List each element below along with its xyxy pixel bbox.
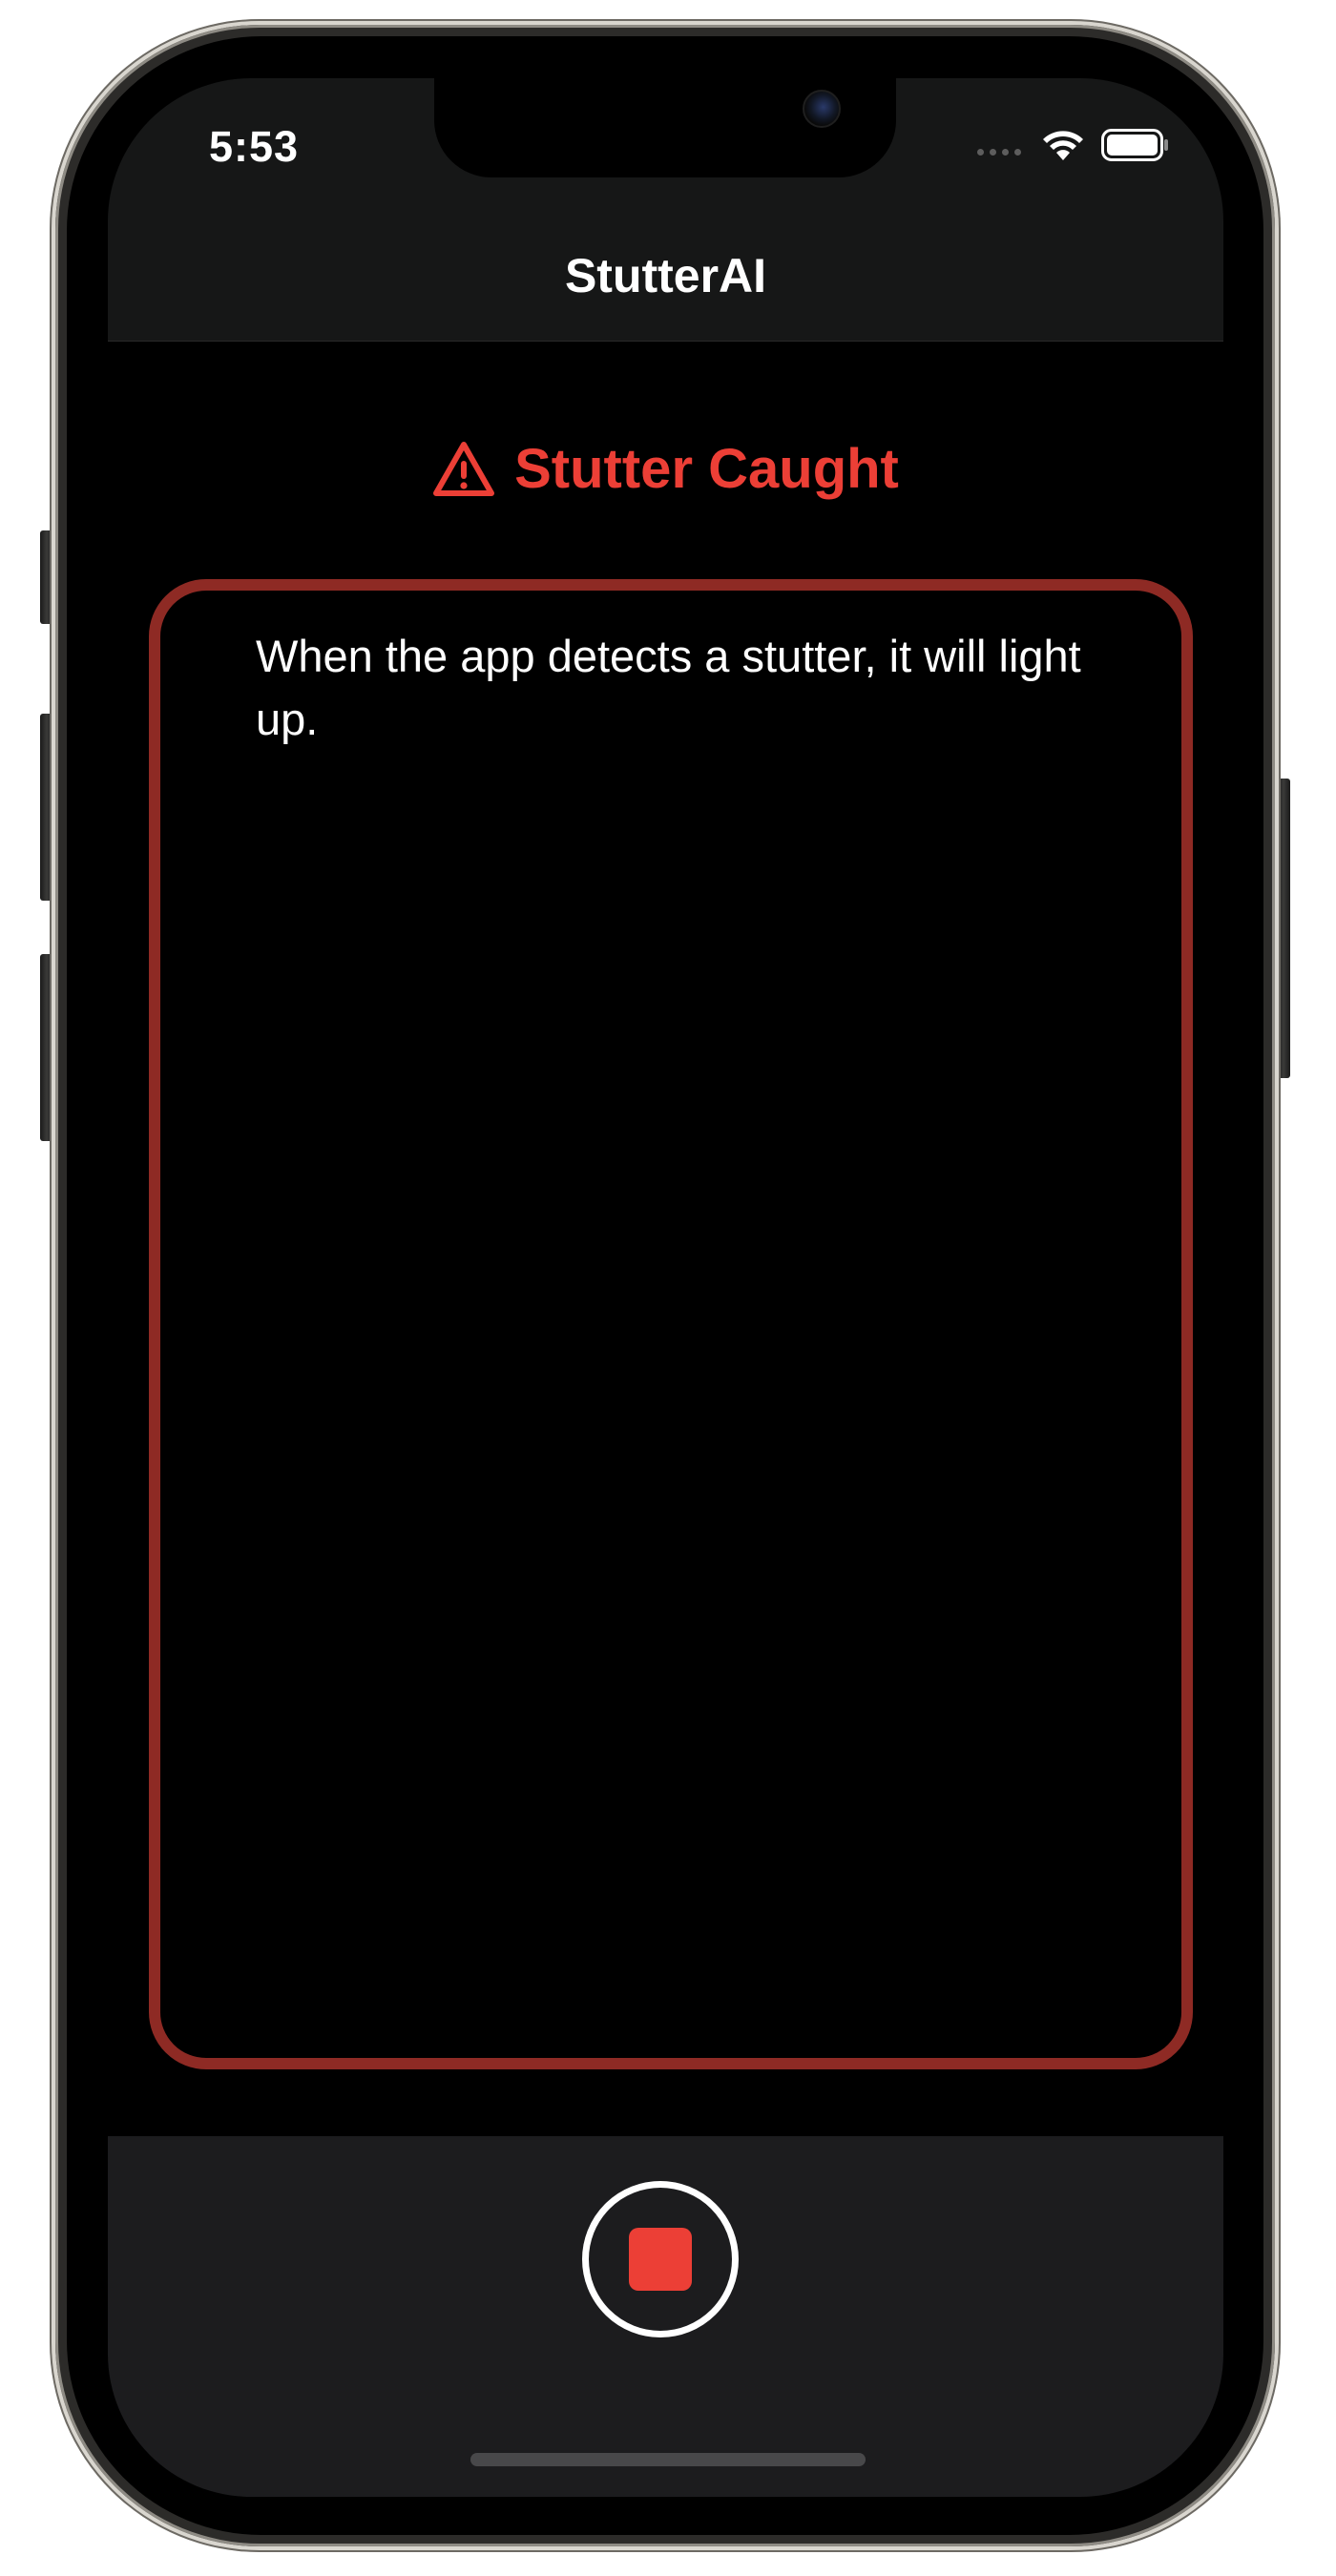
wifi-icon [1043, 131, 1083, 160]
record-stop-button[interactable] [582, 2181, 739, 2337]
alert-label: Stutter Caught [514, 438, 899, 500]
navigation-bar: 5:53 StutterAI [108, 78, 1223, 342]
warning-triangle-icon [433, 441, 495, 496]
home-indicator[interactable] [470, 2453, 866, 2466]
battery-icon [1101, 129, 1168, 161]
front-camera-icon [803, 90, 841, 128]
notch [434, 78, 896, 177]
bottom-toolbar [108, 2136, 1223, 2497]
page: 5:53 StutterAI Stutter Caught When the a… [0, 0, 1336, 2576]
stop-icon [629, 2228, 692, 2291]
page-title: StutterAI [564, 249, 767, 302]
stutter-alert: Stutter Caught [108, 437, 1223, 501]
detection-panel: When the app detects a stutter, it will … [149, 579, 1193, 2069]
detection-message: When the app detects a stutter, it will … [256, 631, 1081, 744]
status-time: 5:53 [209, 122, 300, 171]
cellular-dots-icon [977, 135, 1021, 156]
app-screen: 5:53 StutterAI Stutter Caught When the a… [108, 78, 1223, 2497]
status-icons [977, 128, 1170, 162]
